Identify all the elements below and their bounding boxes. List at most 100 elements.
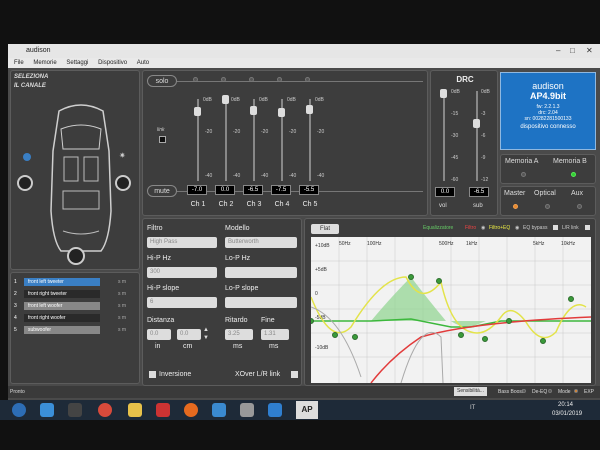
channel-mode-icon[interactable]: s m: [118, 278, 126, 286]
hip-slope-select[interactable]: 6: [147, 297, 217, 308]
channel-list-item[interactable]: 2 front right tweeter s m: [14, 290, 138, 298]
memory-a-led[interactable]: [521, 172, 526, 177]
channel-mode-icon[interactable]: s m: [118, 290, 126, 298]
xover-checkbox[interactable]: [291, 371, 298, 378]
firefox-icon[interactable]: [184, 403, 198, 417]
lr-link-option[interactable]: L/R link: [562, 225, 579, 231]
front-left-tweeter-icon[interactable]: [23, 153, 31, 161]
app-gray-icon[interactable]: [240, 403, 254, 417]
channel-list-item[interactable]: 5 subwoofer s m: [14, 326, 138, 334]
channel-list-item[interactable]: 3 front left woofer s m: [14, 302, 138, 310]
source-aux-label[interactable]: Aux: [571, 190, 583, 197]
close-icon[interactable]: ✕: [586, 44, 593, 58]
channel-gain-value[interactable]: -6.5: [243, 185, 263, 195]
filtro-option[interactable]: Filtro: [465, 225, 476, 231]
internet-explorer-icon[interactable]: [40, 403, 54, 417]
source-master-label[interactable]: Master: [504, 190, 525, 197]
minimize-icon[interactable]: –: [556, 44, 560, 58]
bass-boost-led[interactable]: [522, 389, 526, 393]
hip-hz-select[interactable]: 300: [147, 267, 217, 278]
fader-knob[interactable]: [250, 106, 257, 116]
maximize-icon[interactable]: □: [570, 44, 575, 58]
ritardo-input[interactable]: 3.25: [225, 329, 253, 340]
mode-led[interactable]: [574, 389, 578, 393]
memory-b-led[interactable]: [571, 172, 576, 177]
de-eq-led[interactable]: [548, 389, 552, 393]
channel-gain-value[interactable]: -7.5: [271, 185, 291, 195]
flat-button[interactable]: Flat: [311, 224, 339, 234]
source-master-led[interactable]: [513, 204, 518, 209]
menu-auto[interactable]: Auto: [137, 60, 149, 66]
eq-y-label: +5dB: [315, 267, 327, 273]
front-right-woofer-icon[interactable]: [115, 175, 131, 191]
channel-gain-value[interactable]: -5.5: [299, 185, 319, 195]
lop-hz-select[interactable]: [225, 267, 297, 278]
subwoofer-icon[interactable]: [67, 247, 85, 265]
solo-led[interactable]: [221, 77, 226, 82]
fine-input[interactable]: 1.31: [261, 329, 289, 340]
modello-select[interactable]: Butterworth: [225, 237, 297, 248]
channel-mode-icon[interactable]: s m: [118, 314, 126, 322]
app-red-icon[interactable]: [156, 403, 170, 417]
menu-settaggi[interactable]: Settaggi: [66, 60, 88, 66]
channel-list-item[interactable]: 1 front left tweeter s m: [14, 278, 138, 286]
mixer-channel-strip: 0dB -20 -40 -7.5 Ch 4: [271, 71, 305, 217]
memory-a-label[interactable]: Memoria A: [505, 158, 538, 165]
mute-button[interactable]: mute: [147, 185, 177, 197]
source-aux-led[interactable]: [577, 204, 582, 209]
fader-knob[interactable]: [306, 104, 313, 114]
eq-graph[interactable]: 50Hz 100Hz 500Hz 1kHz 5kHz 10kHz+10dB+5dB0-5d…: [311, 237, 591, 383]
fader-knob[interactable]: [194, 107, 201, 117]
media-player-icon[interactable]: [68, 403, 82, 417]
solo-led[interactable]: [277, 77, 282, 82]
solo-led[interactable]: [249, 77, 254, 82]
channel-gain-value[interactable]: 0.0: [215, 185, 235, 195]
channel-list-item[interactable]: 4 front right woofer s m: [14, 314, 138, 322]
app-settings-icon[interactable]: [268, 403, 282, 417]
channel-mode-icon[interactable]: s m: [118, 302, 126, 310]
eq-bypass-checkbox[interactable]: [553, 225, 558, 230]
chrome-icon[interactable]: [98, 403, 112, 417]
vol-fader-knob[interactable]: [440, 89, 447, 98]
solo-button[interactable]: solo: [147, 75, 177, 87]
equalizzatore-option[interactable]: Equalizzatore: [423, 225, 453, 231]
fader-knob[interactable]: [278, 108, 285, 118]
ap-taskbar-button[interactable]: AP: [296, 401, 318, 419]
lr-link-checkbox[interactable]: [585, 225, 590, 230]
solo-led[interactable]: [305, 77, 310, 82]
drc-scale-label: 0dB: [451, 89, 460, 95]
filtro-eq-option[interactable]: Filtro+EQ: [489, 225, 510, 231]
distanza-up-icon[interactable]: ▲: [203, 327, 209, 333]
menu-dispositivo[interactable]: Dispositivo: [98, 60, 127, 66]
sub-value[interactable]: -6.5: [469, 187, 489, 197]
source-optical-label[interactable]: Optical: [534, 190, 556, 197]
sensibilita-button[interactable]: Sensibilità...: [454, 387, 487, 396]
channel-mode-icon[interactable]: s m: [118, 326, 126, 334]
inversione-checkbox[interactable]: [149, 371, 156, 378]
front-right-tweeter-icon[interactable]: ✷: [119, 151, 126, 160]
lop-slope-select[interactable]: [225, 297, 297, 308]
filtro-select[interactable]: High Pass: [147, 237, 217, 248]
distanza-down-icon[interactable]: ▼: [203, 335, 209, 341]
memory-b-label[interactable]: Memoria B: [553, 158, 587, 165]
sub-fader-knob[interactable]: [473, 119, 480, 128]
vol-value[interactable]: 0.0: [435, 187, 455, 197]
distanza-in-input[interactable]: 0.0: [147, 329, 171, 340]
link-checkbox[interactable]: [159, 136, 166, 143]
menu-memorie[interactable]: Memorie: [33, 60, 56, 66]
fader-knob[interactable]: [222, 95, 229, 104]
source-optical-led[interactable]: [545, 204, 550, 209]
menu-file[interactable]: File: [14, 60, 24, 66]
language-indicator[interactable]: IT: [470, 405, 475, 411]
filtro-eq-radio-icon[interactable]: ◉: [515, 225, 519, 231]
channel-gain-value[interactable]: -7.0: [187, 185, 207, 195]
scale-minus20: -20: [289, 129, 297, 135]
eq-bypass-option[interactable]: EQ bypass: [523, 225, 547, 231]
front-left-woofer-icon[interactable]: [17, 175, 33, 191]
file-explorer-icon[interactable]: [128, 403, 142, 417]
distanza-cm-input[interactable]: 0.0: [177, 329, 201, 340]
filtro-option-radio-icon[interactable]: ◉: [481, 225, 485, 231]
app-blue-icon[interactable]: [212, 403, 226, 417]
start-button-icon[interactable]: [12, 403, 26, 417]
solo-led[interactable]: [193, 77, 198, 82]
